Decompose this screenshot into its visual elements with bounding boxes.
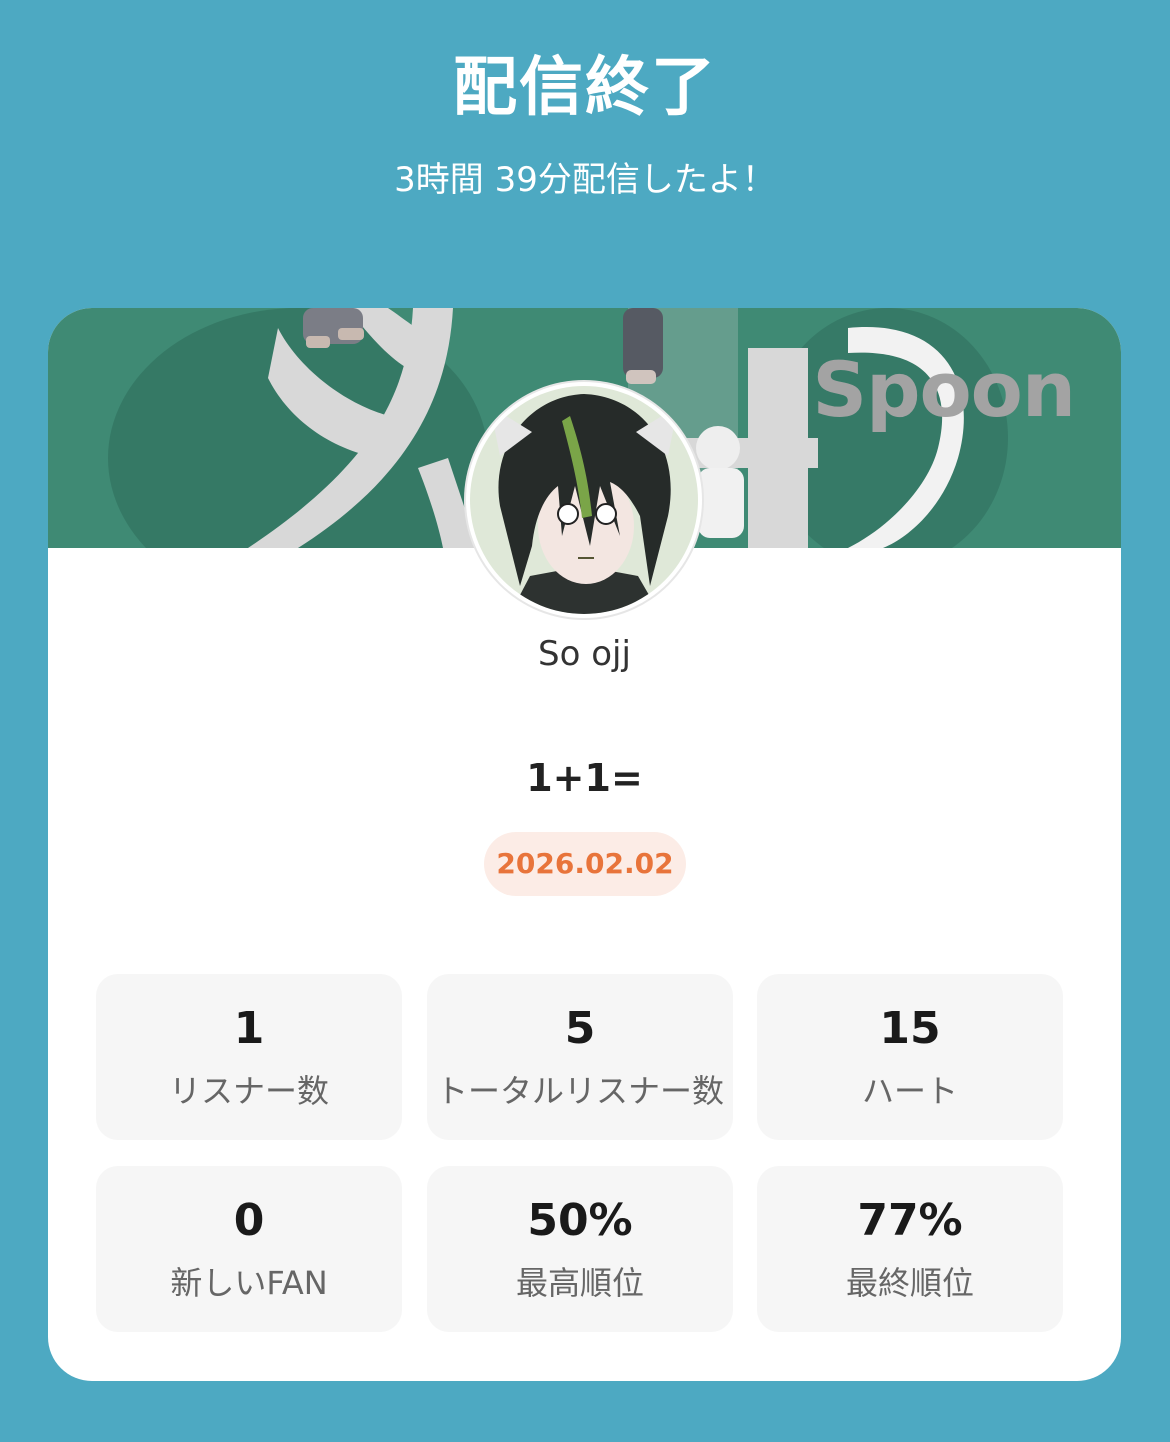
stat-final-rank: 77% 最終順位	[757, 1166, 1063, 1332]
avatar[interactable]	[466, 382, 702, 618]
stat-label: 新しいFAN	[170, 1264, 328, 1302]
stat-highest-rank: 50% 最高順位	[427, 1166, 733, 1332]
stat-listeners: 1 リスナー数	[96, 974, 402, 1140]
stat-new-fans: 0 新しいFAN	[96, 1166, 402, 1332]
stat-label: 最終順位	[845, 1264, 974, 1302]
duration-text: 3時間 39分配信したよ！	[394, 160, 776, 200]
stat-label: 最高順位	[515, 1264, 644, 1302]
stream-title: 1+1=	[526, 756, 643, 800]
stat-total-listeners: 5 トータルリスナー数	[427, 974, 733, 1140]
result-card: Spoon So ojj 1+1= 2026.02.02 1 リスナー数 5 ト…	[48, 308, 1121, 1381]
stat-label: トータルリスナー数	[435, 1072, 724, 1110]
stat-value: 77%	[857, 1195, 963, 1246]
stat-hearts: 15 ハート	[757, 974, 1063, 1140]
page-title: 配信終了	[453, 51, 717, 125]
brand-logo: Spoon	[812, 345, 1076, 434]
stat-value: 5	[564, 1003, 596, 1054]
avatar-image	[470, 386, 698, 614]
stat-value: 1	[233, 1003, 265, 1054]
stat-value: 50%	[527, 1195, 633, 1246]
stat-value: 0	[233, 1195, 265, 1246]
stat-label: ハート	[861, 1072, 958, 1110]
stat-label: リスナー数	[168, 1072, 329, 1110]
stat-value: 15	[879, 1003, 941, 1054]
user-name: So ojj	[538, 634, 631, 674]
date-badge: 2026.02.02	[484, 832, 686, 896]
